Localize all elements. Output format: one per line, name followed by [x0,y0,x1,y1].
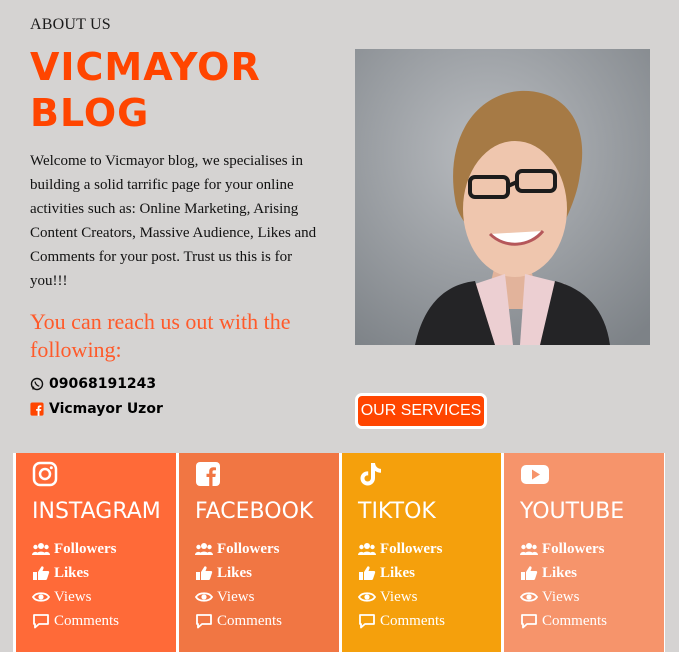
followers-label: Followers [54,540,117,557]
likes-row: Likes [358,561,445,585]
likes-label: Likes [380,564,416,581]
comments-row: Comments [358,609,445,633]
eye-icon [520,592,538,602]
thumbs-up-icon [521,566,538,580]
reach-us-heading: You can reach us out with the following: [30,309,291,362]
brand-title: VICMAYOR BLOG [30,44,261,136]
thumbs-up-icon [359,566,376,580]
phone-contact[interactable]: 09068191243 [30,376,156,392]
facebook-icon [195,461,221,487]
facebook-card[interactable]: FACEBOOK Followers Likes Views Comments [179,453,339,652]
comments-label: Comments [54,612,120,629]
users-icon [520,543,538,555]
views-label: Views [542,588,580,605]
card-title: FACEBOOK [195,499,314,524]
followers-label: Followers [542,540,605,557]
views-label: Views [54,588,92,605]
comment-icon [359,614,375,629]
users-icon [32,543,50,555]
likes-label: Likes [217,564,253,581]
views-row: Views [195,585,282,609]
comment-icon [521,614,537,629]
comments-row: Comments [195,609,282,633]
whatsapp-icon [30,377,44,391]
facebook-contact[interactable]: Vicmayor Uzor [30,401,163,417]
eye-icon [195,592,213,602]
views-label: Views [217,588,255,605]
profile-photo [355,49,650,345]
tiktok-icon [358,461,384,487]
comments-label: Comments [380,612,446,629]
followers-row: Followers [32,537,119,561]
comment-icon [33,614,49,629]
followers-label: Followers [380,540,443,557]
brand-title-line1: VICMAYOR [30,45,261,89]
social-cards: INSTAGRAM Followers Likes Views Comments [13,453,665,652]
tiktok-card[interactable]: TIKTOK Followers Likes Views Comments [342,453,501,652]
facebook-name: Vicmayor Uzor [49,401,163,417]
intro-paragraph: Welcome to Vicmayor blog, we specialises… [30,153,317,289]
followers-row: Followers [195,537,282,561]
instagram-icon [32,461,58,487]
facebook-square-icon [30,402,44,416]
likes-row: Likes [32,561,119,585]
comment-icon [196,614,212,629]
followers-label: Followers [217,540,280,557]
card-title: YOUTUBE [520,499,625,524]
comments-label: Comments [217,612,283,629]
thumbs-up-icon [196,566,213,580]
likes-row: Likes [195,561,282,585]
views-row: Views [358,585,445,609]
youtube-card[interactable]: YOUTUBE Followers Likes Views Comments [504,453,664,652]
likes-label: Likes [54,564,90,581]
views-label: Views [380,588,418,605]
followers-row: Followers [358,537,445,561]
about-us-label: ABOUT US [30,16,111,33]
likes-label: Likes [542,564,578,581]
our-services-button[interactable]: OUR SERVICES [355,393,487,429]
eye-icon [32,592,50,602]
users-icon [358,543,376,555]
thumbs-up-icon [33,566,50,580]
brand-title-line2: BLOG [30,91,150,135]
card-title: INSTAGRAM [32,499,161,524]
eye-icon [358,592,376,602]
views-row: Views [520,585,607,609]
comments-row: Comments [32,609,119,633]
comments-row: Comments [520,609,607,633]
users-icon [195,543,213,555]
followers-row: Followers [520,537,607,561]
phone-number: 09068191243 [49,376,157,392]
comments-label: Comments [542,612,608,629]
views-row: Views [32,585,119,609]
instagram-card[interactable]: INSTAGRAM Followers Likes Views Comments [16,453,176,652]
youtube-icon [520,461,549,487]
card-title: TIKTOK [358,499,436,524]
likes-row: Likes [520,561,607,585]
